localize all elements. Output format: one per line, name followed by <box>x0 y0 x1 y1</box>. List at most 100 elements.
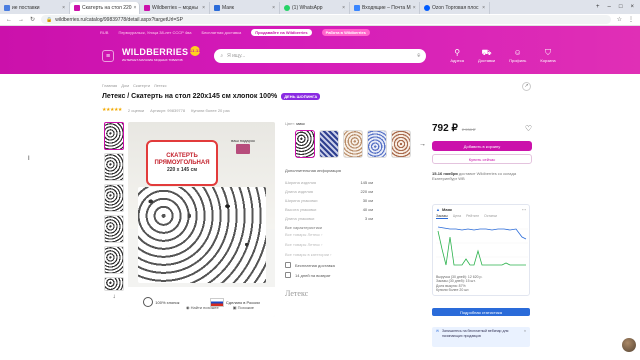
similar-button[interactable]: ▣ Похожие <box>233 305 254 310</box>
spec-key: Высота упаковки <box>285 207 317 212</box>
all-specs-link[interactable]: Все характеристики <box>285 225 373 230</box>
buy-now-button[interactable]: Купить сейчас <box>432 154 532 164</box>
currency-selector[interactable]: RUB <box>100 30 108 35</box>
header-addresses[interactable]: ⚲ Адреса <box>450 48 464 64</box>
close-icon[interactable]: × <box>482 5 485 11</box>
sell-on-wb-link[interactable]: Продавайте на Wildberries <box>251 28 312 36</box>
notice-text[interactable]: Запишитесь на бесплатный вебинар для нач… <box>442 329 521 345</box>
color-swatch[interactable] <box>391 130 411 158</box>
article-number[interactable]: Артикул: 99839778 <box>150 108 185 113</box>
cart-icon: ⛉ <box>545 48 552 57</box>
work-at-wb-link[interactable]: Работа в Wildberries <box>321 28 370 36</box>
bought-count: Купили более 20 раз <box>191 107 230 113</box>
search-icon: ⌕ <box>220 53 224 59</box>
browser-tab-active[interactable]: Скатерть на стол 220 × <box>70 2 140 14</box>
mayak-menu-icon[interactable]: ⋯ <box>522 207 526 212</box>
add-to-cart-button[interactable]: Добавить в корзину <box>432 141 532 151</box>
thumbnail[interactable] <box>104 277 124 291</box>
color-swatch[interactable] <box>295 130 315 158</box>
close-icon[interactable]: × <box>413 5 416 11</box>
thumbnail[interactable] <box>104 215 124 243</box>
browser-tab[interactable]: (1) WhatsApp × <box>280 2 350 14</box>
browser-tab-strip: ие поставки × Скатерть на стол 220 × Wildb… <box>0 0 640 14</box>
reviews-count[interactable]: 2 оценки <box>128 108 144 113</box>
search-input[interactable]: ⌕ Я ищу... ⌾ <box>214 49 427 63</box>
tablecloth-picture <box>138 187 266 283</box>
share-icon[interactable]: ↗ <box>522 82 531 91</box>
browser-tab[interactable]: Ozon Торговая плос × <box>420 2 490 14</box>
color-swatch[interactable] <box>343 130 363 158</box>
spec-value: 3 см <box>364 216 373 221</box>
header-profile[interactable]: ☺ Профиль <box>509 49 526 64</box>
color-swatch[interactable] <box>319 130 339 158</box>
minimize-icon[interactable]: – <box>608 4 611 10</box>
close-icon[interactable]: × <box>62 5 65 11</box>
favorite-heart-icon[interactable]: ♡ <box>525 124 532 133</box>
browser-tab[interactable]: Маяк × <box>210 2 280 14</box>
brand-link[interactable]: Все товары Летекс › <box>285 242 332 247</box>
close-icon[interactable]: × <box>202 5 205 11</box>
category-link[interactable]: Все товары в категории › <box>285 252 332 257</box>
thumbnail[interactable] <box>104 184 124 212</box>
product-title: Летекс / Скатерть на стол 220х145 см хло… <box>102 93 321 100</box>
brand-links: Все товары Летекс › Все товары Летекс › … <box>285 232 332 257</box>
url-field[interactable]: 🔒 wildberries.ru/catalog/99839778/detail… <box>41 15 611 24</box>
product-main-image[interactable]: СКАТЕРТЬ ПРЯМОУГОЛЬНАЯ 220 х 145 см ваш … <box>128 122 275 317</box>
address-bar: ← → ↻ 🔒 wildberries.ru/catalog/99839778/… <box>0 14 640 26</box>
close-notice-icon[interactable]: × <box>524 329 526 345</box>
breadcrumb-item[interactable]: Главная <box>102 83 117 88</box>
shopping-day-badge: ДЕНЬ ШОПИНГА <box>281 93 321 100</box>
delivery-address[interactable]: Первоуральск, Улица 38-лет СССР 4ва <box>118 30 191 35</box>
browser-tab[interactable]: Входящие – Почта М × <box>350 2 420 14</box>
find-similar-button[interactable]: ◉ Найти похожее <box>186 305 219 310</box>
camera-search-icon[interactable]: ⌾ <box>417 53 420 59</box>
back-icon[interactable]: ← <box>6 17 12 23</box>
price-card: 792 ₽ 2 938 ₽ ♡ Добавить в корзину Купит… <box>432 123 532 181</box>
thumbnail[interactable] <box>104 246 124 274</box>
browser-menu-icon[interactable]: ⋮ <box>628 16 634 23</box>
breadcrumb-item[interactable]: Скатерти <box>133 83 150 88</box>
browser-tab[interactable]: ие поставки × <box>0 2 70 14</box>
info-icon: ✉ <box>436 329 439 333</box>
close-icon[interactable]: × <box>342 5 345 11</box>
brand-logo[interactable]: Летекс <box>285 289 308 298</box>
current-price: 792 ₽ <box>432 123 458 134</box>
location-icon: ⚲ <box>454 48 461 57</box>
user-avatar[interactable] <box>622 338 636 352</box>
breadcrumb-item[interactable]: Летекс <box>154 83 167 88</box>
close-icon[interactable]: × <box>272 5 275 11</box>
spec-key: Ширина упаковки <box>285 198 318 203</box>
price-line: 792 ₽ 2 938 ₽ ♡ <box>432 123 532 134</box>
header-cart[interactable]: ⛉ Корзина <box>540 48 555 64</box>
maximize-icon[interactable]: □ <box>619 4 623 10</box>
menu-burger-icon[interactable]: ≡ <box>102 50 114 62</box>
thumbnail-down-arrow-icon[interactable]: ↓ <box>113 294 116 300</box>
bookmark-star-icon[interactable]: ☆ <box>617 16 622 23</box>
close-icon[interactable]: × <box>134 5 137 11</box>
thumbnail[interactable] <box>104 122 124 150</box>
additional-info: Дополнительная информация Ширина изделия… <box>285 168 373 230</box>
color-swatch[interactable] <box>367 130 387 158</box>
header-deliveries[interactable]: ⛟ Доставки <box>478 49 495 64</box>
thumbnail[interactable] <box>104 153 124 181</box>
wildberries-logo[interactable]: WILDBERRIES ИНТЕРНЕТ-МАГАЗИН МОДНЫХ ТОВА… <box>122 46 201 64</box>
brand-link[interactable]: Все товары Летекс › <box>285 232 332 237</box>
spec-row: Длина изделия 220 см <box>285 187 373 196</box>
sign-line-2: ПРЯМОУГОЛЬНАЯ <box>154 159 210 166</box>
tab-favicon-icon <box>144 5 150 11</box>
detailed-stats-button[interactable]: Подробная статистика <box>432 308 530 316</box>
breadcrumb-item[interactable]: Дом <box>121 83 129 88</box>
free-delivery-link[interactable]: Бесплатная доставка <box>201 30 241 35</box>
webinar-notice: ✉ Запишитесь на бесплатный вебинар для н… <box>432 327 530 347</box>
forward-icon[interactable]: → <box>18 17 24 23</box>
free-delivery-icon <box>285 262 291 268</box>
close-window-icon[interactable]: × <box>630 4 634 10</box>
reload-icon[interactable]: ↻ <box>30 16 35 23</box>
swatches-next-arrow-icon[interactable]: → <box>419 141 426 148</box>
cotton-icon <box>143 297 154 307</box>
new-tab-icon[interactable]: + <box>596 4 600 10</box>
browser-tab[interactable]: Wildberries – модны × <box>140 2 210 14</box>
search-placeholder: Я ищу... <box>227 53 246 59</box>
spec-row: Длина упаковки 3 см <box>285 214 373 223</box>
rating-line: ★★★★★ 2 оценки Артикул: 99839778 Купили … <box>102 107 230 113</box>
